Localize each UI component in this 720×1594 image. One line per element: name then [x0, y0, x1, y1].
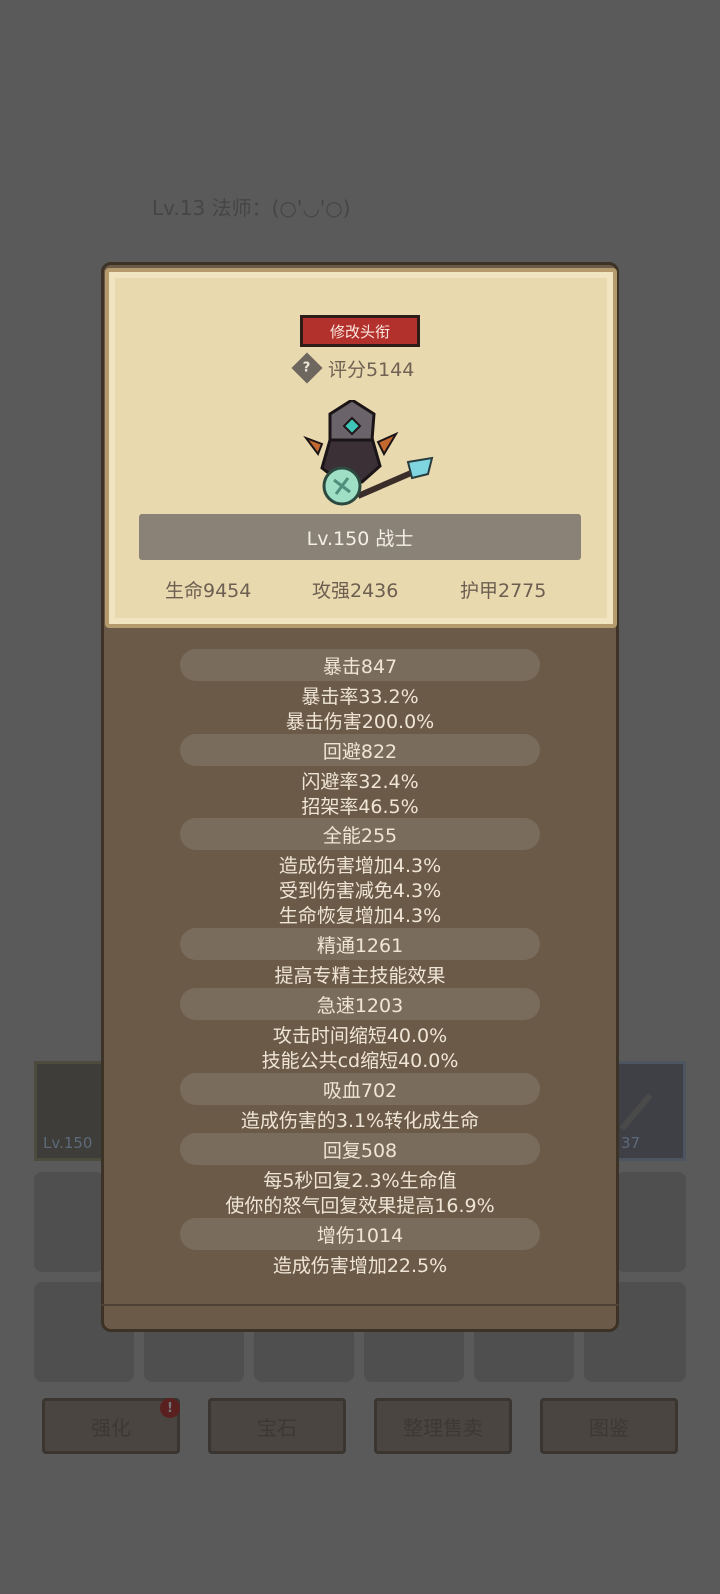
stat-line: 招架率46.5%: [301, 796, 419, 818]
sword-icon: [619, 1093, 653, 1131]
level-class-banner: Lv.150 战士: [139, 514, 581, 560]
sort-sell-button[interactable]: 整理售卖: [374, 1398, 512, 1454]
stat-line: 攻击时间缩短40.0%: [272, 1025, 448, 1047]
inventory-slot[interactable]: [34, 1172, 104, 1272]
stat-line: 受到伤害减免4.3%: [278, 880, 442, 902]
stat-line: 造成伤害增加22.5%: [272, 1255, 448, 1277]
player-title: Lv.13 法师：(○'◡'○): [152, 196, 351, 220]
stat-header-haste: 急速1203: [180, 988, 540, 1020]
stat-line: 造成伤害增加4.3%: [278, 855, 442, 877]
stat-line: 每5秒回复2.3%生命值: [263, 1170, 457, 1192]
stat-header-versatility: 全能255: [180, 818, 540, 850]
stat-header-lifesteal: 吸血702: [180, 1073, 540, 1105]
equipment-slot-left[interactable]: Lv.150: [34, 1061, 106, 1161]
score-text: 评分5144: [328, 358, 415, 381]
stat-header-dodge: 回避822: [180, 734, 540, 766]
alert-badge-icon: !: [160, 1398, 180, 1418]
stat-line: 暴击伤害200.0%: [285, 711, 435, 733]
inventory-slot[interactable]: [616, 1172, 686, 1272]
stat-line: 提高专精主技能效果: [274, 965, 446, 987]
score-row: ? 评分5144: [291, 352, 415, 384]
stat-line: 使你的怒气回复效果提高16.9%: [225, 1195, 495, 1217]
stat-line: 造成伤害的3.1%转化成生命: [240, 1110, 480, 1132]
stat-header-damage-boost: 增伤1014: [180, 1218, 540, 1250]
warrior-avatar: [300, 398, 440, 510]
edit-title-button[interactable]: 修改头衔: [300, 315, 420, 347]
equip-level-label: 37: [621, 1134, 641, 1152]
attack-stat: 攻强2436: [312, 580, 399, 602]
stat-header-crit: 暴击847: [180, 649, 540, 681]
stat-header-mastery: 精通1261: [180, 928, 540, 960]
equip-level-label: Lv.150: [43, 1134, 93, 1152]
stat-line: 闪避率32.4%: [301, 771, 419, 793]
stat-line: 技能公共cd缩短40.0%: [261, 1050, 459, 1072]
stat-header-regen: 回复508: [180, 1133, 540, 1165]
stat-line: 暴击率33.2%: [301, 686, 419, 708]
codex-button[interactable]: 图鉴: [540, 1398, 678, 1454]
gem-button[interactable]: 宝石: [208, 1398, 346, 1454]
armor-stat: 护甲2775: [460, 580, 547, 602]
hp-stat: 生命9454: [165, 580, 252, 602]
popup-divider: [101, 1304, 619, 1306]
equipment-slot-right[interactable]: 37: [616, 1061, 686, 1161]
help-icon[interactable]: ?: [291, 352, 323, 384]
stat-line: 生命恢复增加4.3%: [278, 905, 442, 927]
